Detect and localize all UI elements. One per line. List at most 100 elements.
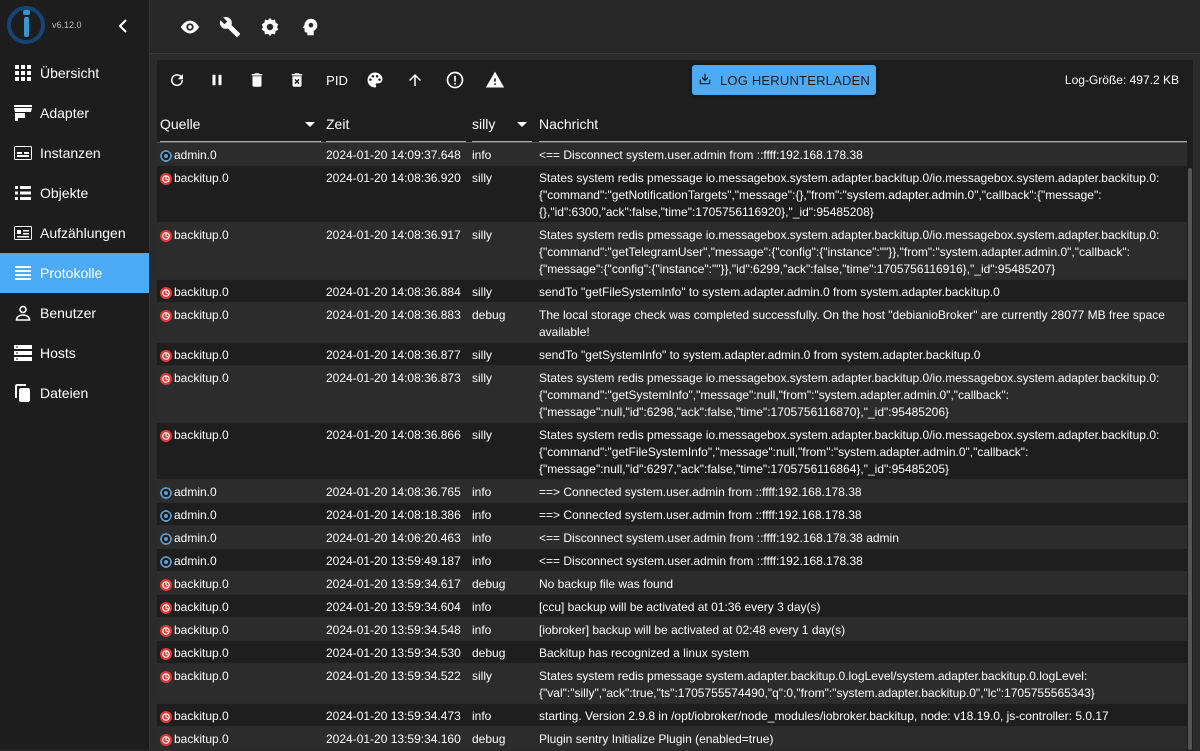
sidebar-item-enum[interactable]: Aufzählungen: [0, 213, 149, 253]
time-cell: 2024-01-20 13:59:34.548: [326, 623, 461, 637]
table-row[interactable]: backitup.0 2024-01-20 14:08:36.873 silly St…: [157, 366, 1187, 423]
pause-icon[interactable]: [205, 68, 229, 92]
time-cell: 2024-01-20 14:08:18.386: [326, 508, 461, 522]
sidebar-item-user[interactable]: Benutzer: [0, 293, 149, 333]
table-row[interactable]: backitup.0 2024-01-20 13:59:34.473 info sta…: [157, 704, 1187, 727]
download-log-button[interactable]: LOG HERUNTERLADEN: [692, 65, 876, 95]
logo-area: v6.12.0: [0, 0, 149, 54]
source-label: admin.0: [174, 148, 217, 162]
log-size: Log-Größe: 497.2 KB: [1064, 73, 1179, 87]
table-row[interactable]: admin.0 2024-01-20 14:08:18.386 info ==> Co…: [157, 503, 1187, 526]
log-table: Quelle Zeit silly Nachricht admin.0 2024-…: [157, 104, 1187, 750]
message-cell: States system redis pmessage io.messageb…: [539, 171, 1160, 219]
message-filter[interactable]: Nachricht: [539, 116, 598, 132]
version-label: v6.12.0: [52, 20, 82, 30]
sidebar-item-label: Übersicht: [40, 65, 100, 81]
time-cell: 2024-01-20 13:59:34.617: [326, 577, 461, 591]
severity-cell: silly: [472, 669, 492, 683]
source-cell: backitup.0: [160, 284, 229, 301]
delete-icon[interactable]: [245, 68, 269, 92]
source-filter-select[interactable]: Quelle: [160, 116, 200, 132]
severity-cell: silly: [472, 171, 492, 185]
sidebar-item-label: Benutzer: [40, 305, 97, 321]
pid-toggle-button[interactable]: PID: [323, 68, 351, 92]
table-row[interactable]: backitup.0 2024-01-20 13:59:34.160 debug Pl…: [157, 727, 1187, 750]
expert-mode-head-icon[interactable]: [299, 16, 321, 38]
table-row[interactable]: backitup.0 2024-01-20 13:59:34.617 debug No…: [157, 572, 1187, 595]
iobroker-logo[interactable]: [7, 6, 45, 44]
sidebar-item-label: Dateien: [40, 385, 89, 401]
table-row[interactable]: backitup.0 2024-01-20 14:08:36.917 silly St…: [157, 223, 1187, 280]
admin-adapter-icon: [160, 149, 172, 162]
warning-filter-icon[interactable]: [483, 68, 507, 92]
table-row[interactable]: backitup.0 2024-01-20 13:59:34.604 info [cc…: [157, 595, 1187, 618]
source-cell: admin.0: [160, 147, 217, 164]
severity-filter-select[interactable]: silly: [472, 116, 495, 132]
severity-cell: info: [472, 508, 492, 522]
eye-icon[interactable]: [179, 16, 201, 38]
table-row[interactable]: admin.0 2024-01-20 14:08:36.765 info ==> Co…: [157, 480, 1187, 503]
grid-icon: [14, 64, 32, 82]
backitup-adapter-icon: [160, 229, 172, 242]
error-filter-icon[interactable]: [443, 68, 467, 92]
enum-icon: [14, 224, 32, 242]
table-row[interactable]: backitup.0 2024-01-20 13:59:34.530 debug Ba…: [157, 641, 1187, 664]
table-row[interactable]: backitup.0 2024-01-20 14:08:36.866 silly St…: [157, 423, 1187, 480]
source-cell: admin.0: [160, 553, 217, 570]
sidebar-item-store[interactable]: Adapter: [0, 93, 149, 133]
backitup-adapter-icon: [160, 733, 172, 746]
table-row[interactable]: admin.0 2024-01-20 13:59:49.187 info <== Di…: [157, 549, 1187, 572]
instances-icon: [14, 144, 32, 162]
backitup-adapter-icon: [160, 349, 172, 362]
backitup-adapter-icon: [160, 710, 172, 723]
wrench-icon[interactable]: [219, 16, 241, 38]
severity-cell: silly: [472, 428, 492, 442]
table-row[interactable]: backitup.0 2024-01-20 13:59:34.522 silly St…: [157, 664, 1187, 704]
table-row[interactable]: backitup.0 2024-01-20 14:08:36.920 silly St…: [157, 166, 1187, 223]
palette-icon[interactable]: [363, 68, 387, 92]
source-cell: backitup.0: [160, 576, 229, 593]
collapse-sidebar-button[interactable]: [116, 16, 130, 36]
source-cell: admin.0: [160, 484, 217, 501]
sidebar-item-instances[interactable]: Instanzen: [0, 133, 149, 173]
table-row[interactable]: backitup.0 2024-01-20 14:08:36.884 silly se…: [157, 280, 1187, 303]
message-cell: [iobroker] backup will be activated at 0…: [539, 623, 846, 637]
sidebar-item-files[interactable]: Dateien: [0, 373, 149, 413]
time-cell: 2024-01-20 14:08:36.877: [326, 348, 461, 362]
time-cell: 2024-01-20 13:59:34.473: [326, 709, 461, 723]
table-row[interactable]: backitup.0 2024-01-20 14:08:36.883 debug Th…: [157, 303, 1187, 343]
sidebar-item-hosts[interactable]: Hosts: [0, 333, 149, 373]
table-row[interactable]: backitup.0 2024-01-20 13:59:34.548 info [io…: [157, 618, 1187, 641]
table-row[interactable]: admin.0 2024-01-20 14:06:20.463 info <== Di…: [157, 526, 1187, 549]
table-row[interactable]: backitup.0 2024-01-20 14:08:36.877 silly se…: [157, 343, 1187, 366]
top-bar: [150, 0, 1200, 54]
refresh-icon[interactable]: [165, 68, 189, 92]
sidebar-item-grid[interactable]: Übersicht: [0, 53, 149, 93]
sidebar-item-list[interactable]: Objekte: [0, 173, 149, 213]
backitup-adapter-icon: [160, 429, 172, 442]
time-cell: 2024-01-20 14:08:36.873: [326, 371, 461, 385]
message-cell: States system redis pmessage io.messageb…: [539, 428, 1160, 476]
settings-gear-icon[interactable]: [259, 16, 281, 38]
delete-forever-icon[interactable]: [285, 68, 309, 92]
backitup-adapter-icon: [160, 309, 172, 322]
source-cell: backitup.0: [160, 170, 229, 187]
time-cell: 2024-01-20 14:08:36.884: [326, 285, 461, 299]
hosts-icon: [14, 344, 32, 362]
table-row[interactable]: admin.0 2024-01-20 14:09:37.648 info <== Di…: [157, 143, 1187, 166]
source-cell: backitup.0: [160, 599, 229, 616]
severity-dropdown-icon[interactable]: [517, 122, 527, 127]
backitup-adapter-icon: [160, 601, 172, 614]
severity-cell: info: [472, 148, 492, 162]
message-cell: States system redis pmessage io.messageb…: [539, 371, 1160, 419]
source-cell: backitup.0: [160, 227, 229, 244]
admin-adapter-icon: [160, 509, 172, 522]
scrollbar[interactable]: [1188, 168, 1192, 750]
sidebar-item-log[interactable]: Protokolle: [0, 253, 149, 293]
sidebar-item-label: Aufzählungen: [40, 225, 126, 241]
arrow-up-icon[interactable]: [403, 68, 427, 92]
message-cell: [ccu] backup will be activated at 01:36 …: [539, 600, 821, 614]
message-cell: The local storage check was completed su…: [539, 308, 1165, 339]
source-cell: backitup.0: [160, 708, 229, 725]
source-dropdown-icon[interactable]: [305, 122, 315, 127]
